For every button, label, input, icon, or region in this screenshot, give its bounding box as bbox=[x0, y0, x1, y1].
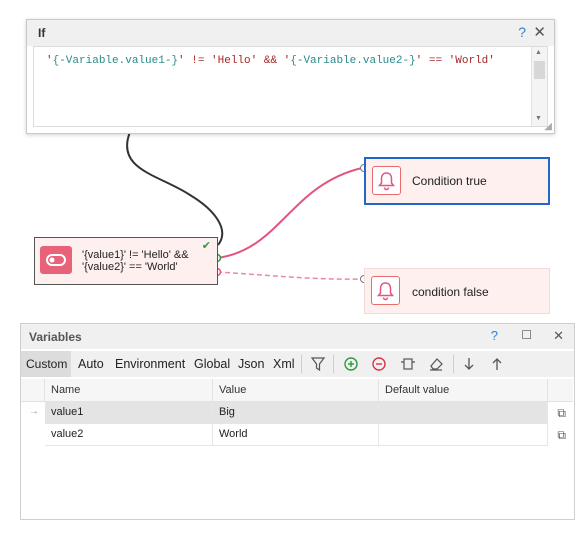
scroll-thumb[interactable] bbox=[534, 61, 545, 79]
toolbar-separator bbox=[453, 355, 454, 373]
if-editor-window: If ? ✕ '{-Variable.value1-}' != 'Hello' … bbox=[26, 19, 555, 134]
cell-name[interactable]: value1 bbox=[45, 402, 213, 424]
eraser-icon[interactable] bbox=[426, 354, 446, 374]
if-node-line: '{value2}' == 'World' bbox=[82, 261, 178, 273]
variables-title: Variables bbox=[29, 330, 82, 344]
maximize-icon[interactable]: ☐ bbox=[521, 328, 532, 342]
columns-icon[interactable] bbox=[398, 354, 418, 374]
variables-toolbar: Custom Auto Environment Global Json Xml bbox=[21, 351, 574, 377]
tab-label: Custom bbox=[26, 357, 68, 371]
filter-icon[interactable] bbox=[308, 354, 328, 374]
code-part: ' bbox=[46, 55, 53, 67]
condition-true-node[interactable]: Condition true bbox=[364, 157, 550, 205]
cell-text: value2 bbox=[51, 428, 84, 440]
false-connector bbox=[216, 271, 363, 280]
variables-panel: Variables ? ☐ ✕ Custom Auto Environment … bbox=[20, 323, 575, 520]
copy-icon[interactable]: ⧉ bbox=[557, 428, 566, 443]
tab-custom[interactable]: Custom bbox=[21, 351, 71, 377]
if-window-title: If bbox=[38, 26, 46, 40]
cell-default[interactable] bbox=[379, 402, 548, 424]
code-part: ' == 'World' bbox=[415, 55, 495, 67]
condition-true-label: Condition true bbox=[412, 174, 487, 188]
column-header-default[interactable]: Default value bbox=[379, 379, 548, 402]
cell-text: Big bbox=[219, 406, 235, 418]
scroll-up-icon[interactable]: ▲ bbox=[535, 49, 542, 56]
close-icon[interactable]: ✕ bbox=[553, 328, 564, 344]
cell-text: World bbox=[219, 428, 248, 440]
copy-icon[interactable]: ⧉ bbox=[557, 406, 566, 421]
add-icon[interactable] bbox=[341, 354, 361, 374]
current-row-arrow-icon: → bbox=[29, 406, 39, 417]
cell-name[interactable]: value2 bbox=[45, 424, 213, 446]
scroll-down-icon[interactable]: ▼ bbox=[535, 115, 542, 122]
variables-titlebar: Variables ? ☐ ✕ bbox=[21, 324, 574, 349]
help-icon[interactable]: ? bbox=[518, 24, 526, 40]
column-header-actions bbox=[548, 379, 573, 402]
column-header-label: Value bbox=[219, 384, 247, 396]
arrow-up-icon[interactable] bbox=[487, 354, 507, 374]
cell-default[interactable] bbox=[379, 424, 548, 446]
if-node-condition: '{value1}' != 'Hello' && '{value2}' == '… bbox=[82, 249, 189, 273]
vertical-scrollbar[interactable]: ▲ ▼ bbox=[531, 47, 547, 126]
code-part: ' != 'Hello' && ' bbox=[178, 55, 291, 67]
toolbar-separator bbox=[301, 355, 302, 373]
tab-json[interactable]: Json bbox=[238, 357, 264, 371]
condition-code: '{-Variable.value1-}' != 'Hello' && '{-V… bbox=[46, 55, 495, 67]
help-icon[interactable]: ? bbox=[491, 328, 498, 343]
tab-environment[interactable]: Environment bbox=[115, 357, 185, 371]
row-indicator-header bbox=[21, 379, 45, 402]
code-variable: {-Variable.value2-} bbox=[290, 55, 416, 67]
arrow-down-icon[interactable] bbox=[459, 354, 479, 374]
tab-global[interactable]: Global bbox=[194, 357, 230, 371]
toggle-icon bbox=[40, 246, 72, 274]
tab-xml[interactable]: Xml bbox=[273, 357, 295, 371]
column-header-name[interactable]: Name bbox=[45, 379, 213, 402]
table-row[interactable]: value1 Big bbox=[45, 402, 548, 424]
tab-auto[interactable]: Auto bbox=[78, 357, 104, 371]
toolbar-separator bbox=[333, 355, 334, 373]
cell-text: value1 bbox=[51, 406, 84, 418]
condition-code-editor[interactable]: '{-Variable.value1-}' != 'Hello' && '{-V… bbox=[33, 46, 548, 127]
bell-icon bbox=[372, 166, 401, 195]
column-header-label: Default value bbox=[385, 384, 450, 396]
close-icon[interactable]: ✕ bbox=[533, 23, 546, 41]
true-connector bbox=[216, 167, 363, 259]
code-variable: {-Variable.value1-} bbox=[52, 55, 179, 67]
column-header-label: Name bbox=[51, 384, 81, 396]
cell-value[interactable]: Big bbox=[213, 402, 379, 424]
remove-icon[interactable] bbox=[369, 354, 389, 374]
column-header-value[interactable]: Value bbox=[213, 379, 379, 402]
if-node-line: '{value1}' != 'Hello' && bbox=[82, 249, 189, 261]
condition-false-label: condition false bbox=[412, 285, 489, 299]
if-window-titlebar[interactable]: If ? ✕ bbox=[27, 20, 554, 46]
input-connector bbox=[126, 131, 224, 246]
bell-icon bbox=[371, 276, 400, 305]
table-row[interactable]: value2 World bbox=[45, 424, 548, 446]
resize-grip-icon[interactable]: ◢ bbox=[544, 121, 552, 132]
cell-value[interactable]: World bbox=[213, 424, 379, 446]
condition-false-node[interactable]: condition false bbox=[364, 268, 550, 314]
checkmark-icon: ✔ bbox=[201, 240, 211, 252]
if-node[interactable]: '{value1}' != 'Hello' && '{value2}' == '… bbox=[34, 237, 218, 285]
